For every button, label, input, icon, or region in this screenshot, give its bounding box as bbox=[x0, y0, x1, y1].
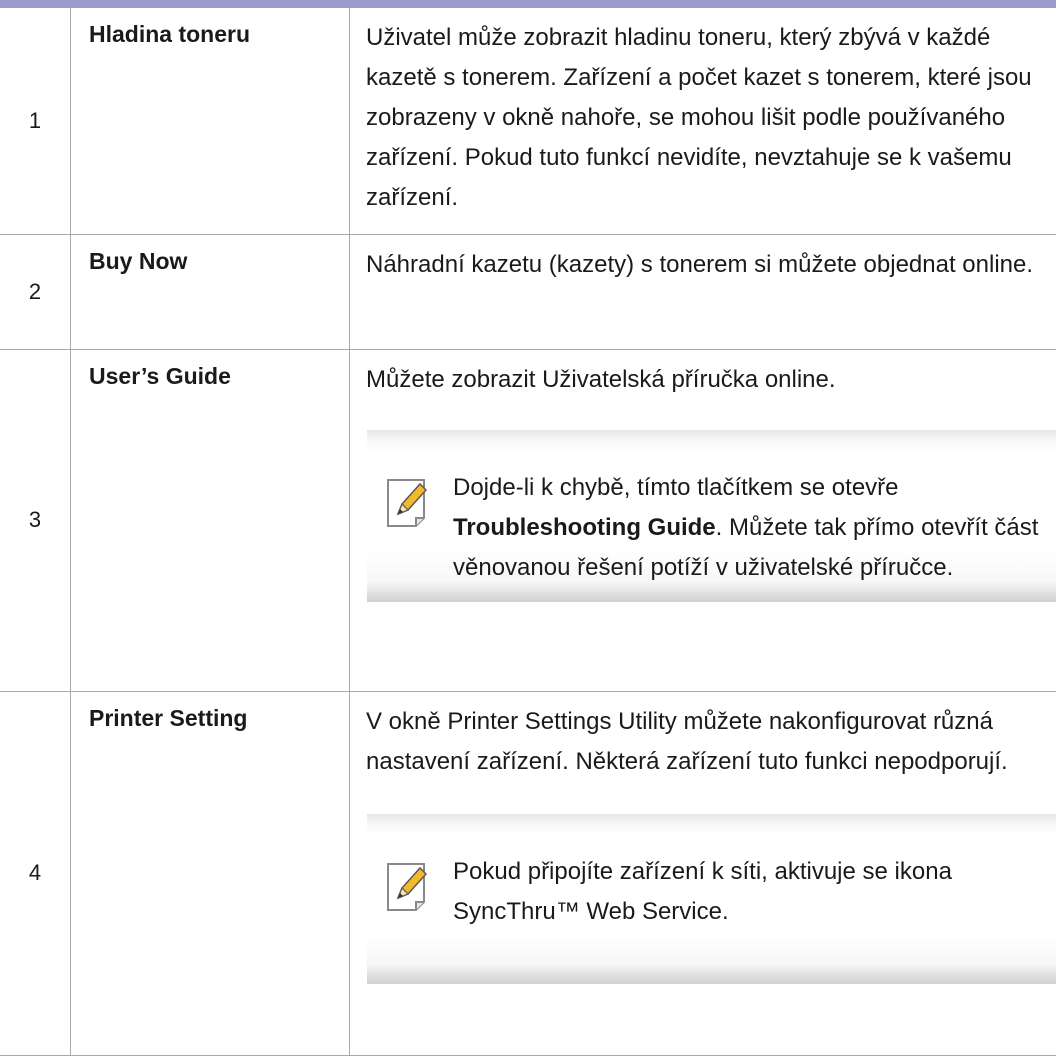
feature-name: User’s Guide bbox=[71, 349, 350, 691]
note-text-part: Dojde-li k chybě, tímto tlačítkem se ote… bbox=[453, 474, 899, 501]
feature-description: Náhradní kazetu (kazety) s tonerem si mů… bbox=[350, 235, 1056, 285]
feature-table: 1 Hladina toneru Uživatel může zobrazit … bbox=[0, 8, 1056, 1056]
row-number: 4 bbox=[0, 691, 71, 1055]
note-box: Dojde-li k chybě, tímto tlačítkem se ote… bbox=[367, 430, 1056, 602]
top-rule bbox=[0, 0, 1056, 8]
feature-name: Hladina toneru bbox=[71, 8, 350, 234]
feature-description-cell: Uživatel může zobrazit hladinu toneru, k… bbox=[350, 8, 1056, 234]
table-row: 2 Buy Now Náhradní kazetu (kazety) s ton… bbox=[0, 234, 1056, 349]
feature-description-cell: V okně Printer Settings Utility můžete n… bbox=[350, 691, 1056, 1055]
feature-description: Můžete zobrazit Uživatelská příručka onl… bbox=[350, 350, 1056, 400]
note-text-bold: Troubleshooting Guide bbox=[453, 514, 716, 541]
feature-description: V okně Printer Settings Utility můžete n… bbox=[350, 692, 1056, 782]
row-number: 1 bbox=[0, 8, 71, 234]
table-row: 1 Hladina toneru Uživatel může zobrazit … bbox=[0, 8, 1056, 234]
feature-name: Buy Now bbox=[71, 234, 350, 349]
feature-name: Printer Setting bbox=[71, 691, 350, 1055]
row-number: 2 bbox=[0, 234, 71, 349]
note-box: Pokud připojíte zařízení k síti, aktivuj… bbox=[367, 814, 1056, 984]
table-row: 4 Printer Setting V okně Printer Setting… bbox=[0, 691, 1056, 1055]
note-pencil-icon bbox=[384, 860, 434, 914]
note-pencil-icon bbox=[384, 476, 434, 530]
row-number: 3 bbox=[0, 349, 71, 691]
feature-description-cell: Náhradní kazetu (kazety) s tonerem si mů… bbox=[350, 234, 1056, 349]
note-text: Dojde-li k chybě, tímto tlačítkem se ote… bbox=[453, 468, 1046, 588]
feature-description: Uživatel může zobrazit hladinu toneru, k… bbox=[350, 8, 1056, 218]
feature-description-cell: Můžete zobrazit Uživatelská příručka onl… bbox=[350, 349, 1056, 691]
note-text: Pokud připojíte zařízení k síti, aktivuj… bbox=[453, 852, 1046, 932]
table-row: 3 User’s Guide Můžete zobrazit Uživatels… bbox=[0, 349, 1056, 691]
